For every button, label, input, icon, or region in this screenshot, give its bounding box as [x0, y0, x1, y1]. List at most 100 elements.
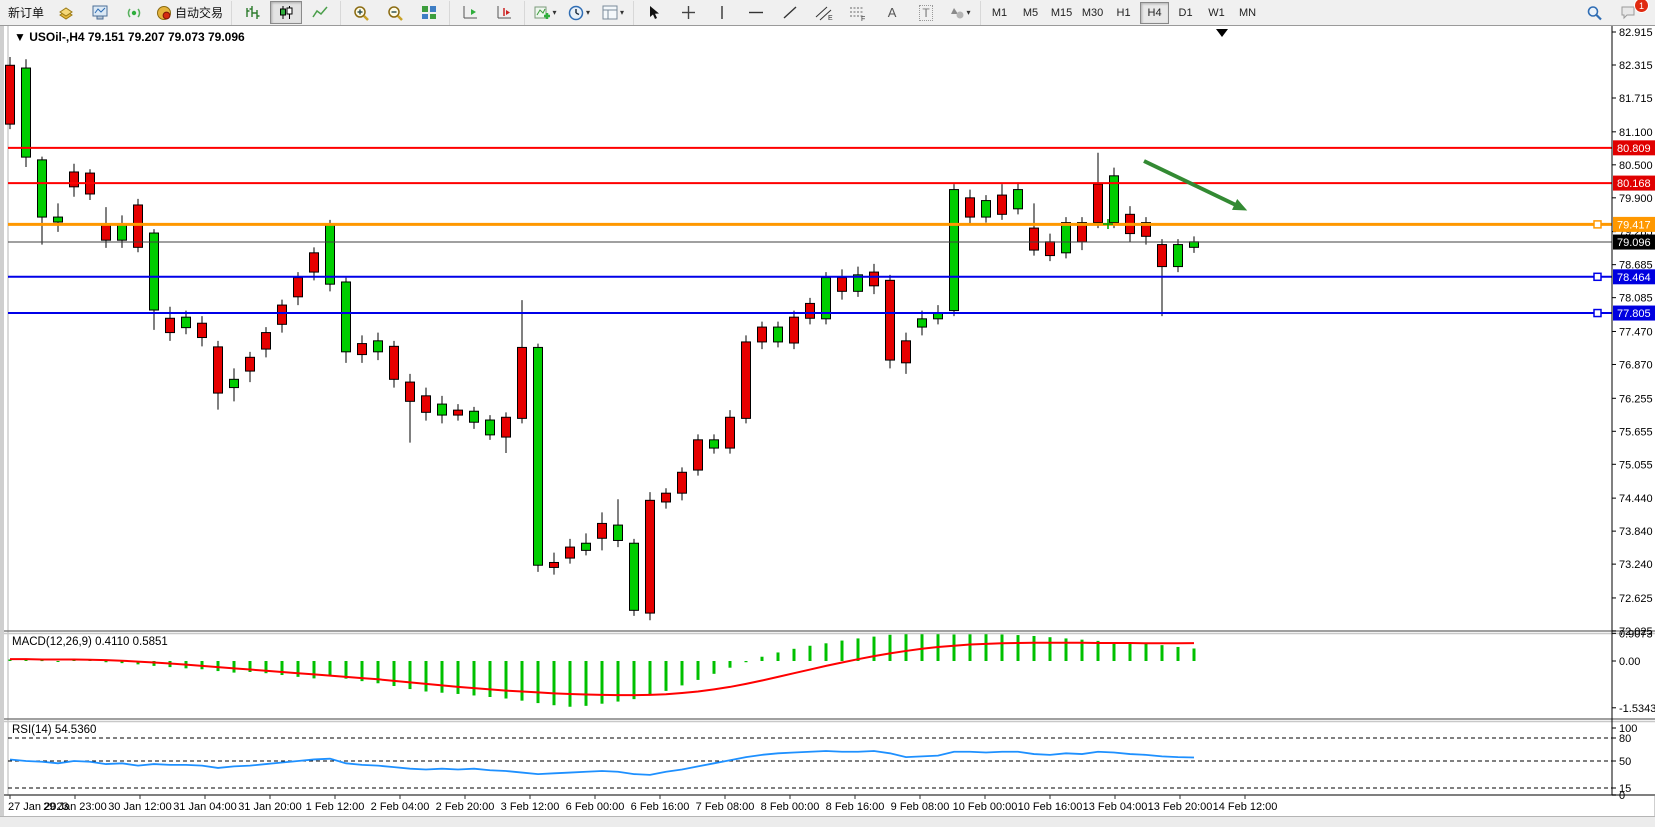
chart-window: 82.91582.31581.71581.10080.50079.90079.2…: [0, 26, 1655, 816]
candle-body: [598, 523, 607, 538]
candle-body: [758, 327, 767, 342]
zoom-group: [340, 1, 449, 25]
price-tick-label: 75.655: [1619, 426, 1653, 438]
market-watch-icon[interactable]: [50, 1, 82, 24]
new-order-button[interactable]: 新订单: [4, 1, 48, 24]
date-tick-label: 9 Feb 08:00: [891, 801, 950, 813]
price-tick-label: 77.470: [1619, 326, 1653, 338]
candle-body: [374, 341, 383, 352]
timeframe-h1[interactable]: H1: [1109, 2, 1138, 24]
candle-body: [870, 272, 879, 286]
search-icon[interactable]: [1578, 1, 1610, 24]
candle-body: [998, 195, 1007, 214]
timeframe-h4[interactable]: H4: [1140, 2, 1169, 24]
candle-body: [806, 303, 815, 318]
chart-canvas[interactable]: 82.91582.31581.71581.10080.50079.90079.2…: [4, 26, 1655, 816]
timeframe-m1[interactable]: M1: [985, 2, 1014, 24]
chart-shift-icon[interactable]: [488, 1, 520, 24]
fibo-suffix: F: [861, 16, 865, 21]
chevron-down-icon: ▾: [967, 8, 971, 17]
tile-windows-icon[interactable]: [413, 1, 445, 24]
zoom-in-icon[interactable]: [345, 1, 377, 24]
timeframe-d1[interactable]: D1: [1171, 2, 1200, 24]
price-badge-label: 80.168: [1617, 178, 1651, 190]
candle-body: [294, 278, 303, 297]
date-tick-label: 10 Feb 16:00: [1018, 801, 1083, 813]
candle-body: [774, 327, 783, 342]
horizontal-line-icon[interactable]: [740, 1, 772, 24]
label-tool-label: T: [919, 5, 932, 21]
timeframe-m30[interactable]: M30: [1078, 2, 1107, 24]
auto-trading-label: 自动交易: [175, 4, 223, 21]
candle-body: [838, 278, 847, 292]
data-window-icon[interactable]: [84, 1, 116, 24]
macd-tick-label: 0.00: [1619, 656, 1640, 668]
templates-icon[interactable]: ▾: [597, 1, 629, 24]
indicators-icon[interactable]: ▾: [529, 1, 561, 24]
trendline-icon[interactable]: [774, 1, 806, 24]
date-tick-label: 8 Feb 00:00: [761, 801, 820, 813]
signal-icon[interactable]: [118, 1, 150, 24]
chevron-down-icon: ▾: [553, 8, 557, 17]
price-badge-label: 79.096: [1617, 237, 1651, 249]
candle-body: [310, 253, 319, 272]
vertical-line-icon[interactable]: [706, 1, 738, 24]
timeframe-w1[interactable]: W1: [1202, 2, 1231, 24]
date-tick-label: 31 Jan 04:00: [173, 801, 237, 813]
chart-type-group: [231, 1, 340, 25]
notification-badge: 1: [1634, 0, 1649, 13]
timeframe-mn[interactable]: MN: [1233, 2, 1262, 24]
price-badge-label: 78.464: [1617, 272, 1651, 284]
candle-body: [6, 65, 15, 124]
bar-chart-icon[interactable]: [236, 1, 268, 24]
date-axis[interactable]: 27 Jan 202329 Jan 23:0030 Jan 12:0031 Ja…: [8, 795, 1277, 813]
label-tool-button[interactable]: T: [910, 1, 942, 24]
candle-body: [1158, 245, 1167, 267]
candle-body: [662, 493, 671, 502]
date-tick-label: 13 Feb 04:00: [1083, 801, 1148, 813]
date-tick-label: 8 Feb 16:00: [826, 801, 885, 813]
timeframe-m5[interactable]: M5: [1016, 2, 1045, 24]
price-tick-label: 78.085: [1619, 293, 1653, 305]
price-tick-label: 73.240: [1619, 559, 1653, 571]
periods-icon[interactable]: ▾: [563, 1, 595, 24]
crosshair-icon[interactable]: [672, 1, 704, 24]
candle-body: [1030, 228, 1039, 250]
price-tick-label: 76.870: [1619, 359, 1653, 371]
zoom-out-icon[interactable]: [379, 1, 411, 24]
date-tick-label: 10 Feb 00:00: [953, 801, 1018, 813]
hline-handle[interactable]: [1594, 273, 1601, 280]
line-chart-icon[interactable]: [304, 1, 336, 24]
macd-tick-label: -1.5343: [1619, 703, 1655, 715]
text-tool-button[interactable]: A: [876, 1, 908, 24]
fibonacci-icon[interactable]: F: [842, 1, 874, 24]
price-tick-label: 72.625: [1619, 593, 1653, 605]
candle-body: [1014, 190, 1023, 209]
rsi-tick-label: 0: [1619, 790, 1625, 802]
channel-icon[interactable]: E: [808, 1, 840, 24]
auto-scroll-icon[interactable]: [454, 1, 486, 24]
channel-suffix: E: [828, 15, 833, 21]
price-badge-label: 80.809: [1617, 143, 1651, 155]
candle-body: [982, 201, 991, 218]
price-tick-label: 81.715: [1619, 93, 1653, 105]
candle-body: [438, 404, 447, 415]
cursor-icon[interactable]: [638, 1, 670, 24]
candle-body: [566, 547, 575, 558]
candle-body: [342, 282, 351, 352]
hline-handle[interactable]: [1594, 221, 1601, 228]
candle-body: [934, 313, 943, 319]
date-tick-label: 7 Feb 08:00: [696, 801, 755, 813]
hline-handle[interactable]: [1594, 310, 1601, 317]
candle-body: [646, 500, 655, 613]
timeframe-m15[interactable]: M15: [1047, 2, 1076, 24]
price-tick-label: 79.900: [1619, 193, 1653, 205]
candle-body: [614, 525, 623, 540]
candlestick-chart-icon[interactable]: [270, 1, 302, 24]
notifications-icon[interactable]: 1: [1612, 1, 1644, 24]
candle-body: [166, 318, 175, 332]
candle-body: [966, 198, 975, 217]
order-group: 新订单 自动交易: [0, 1, 231, 25]
shapes-icon[interactable]: ▾: [944, 1, 976, 24]
auto-trading-button[interactable]: 自动交易: [152, 1, 227, 24]
